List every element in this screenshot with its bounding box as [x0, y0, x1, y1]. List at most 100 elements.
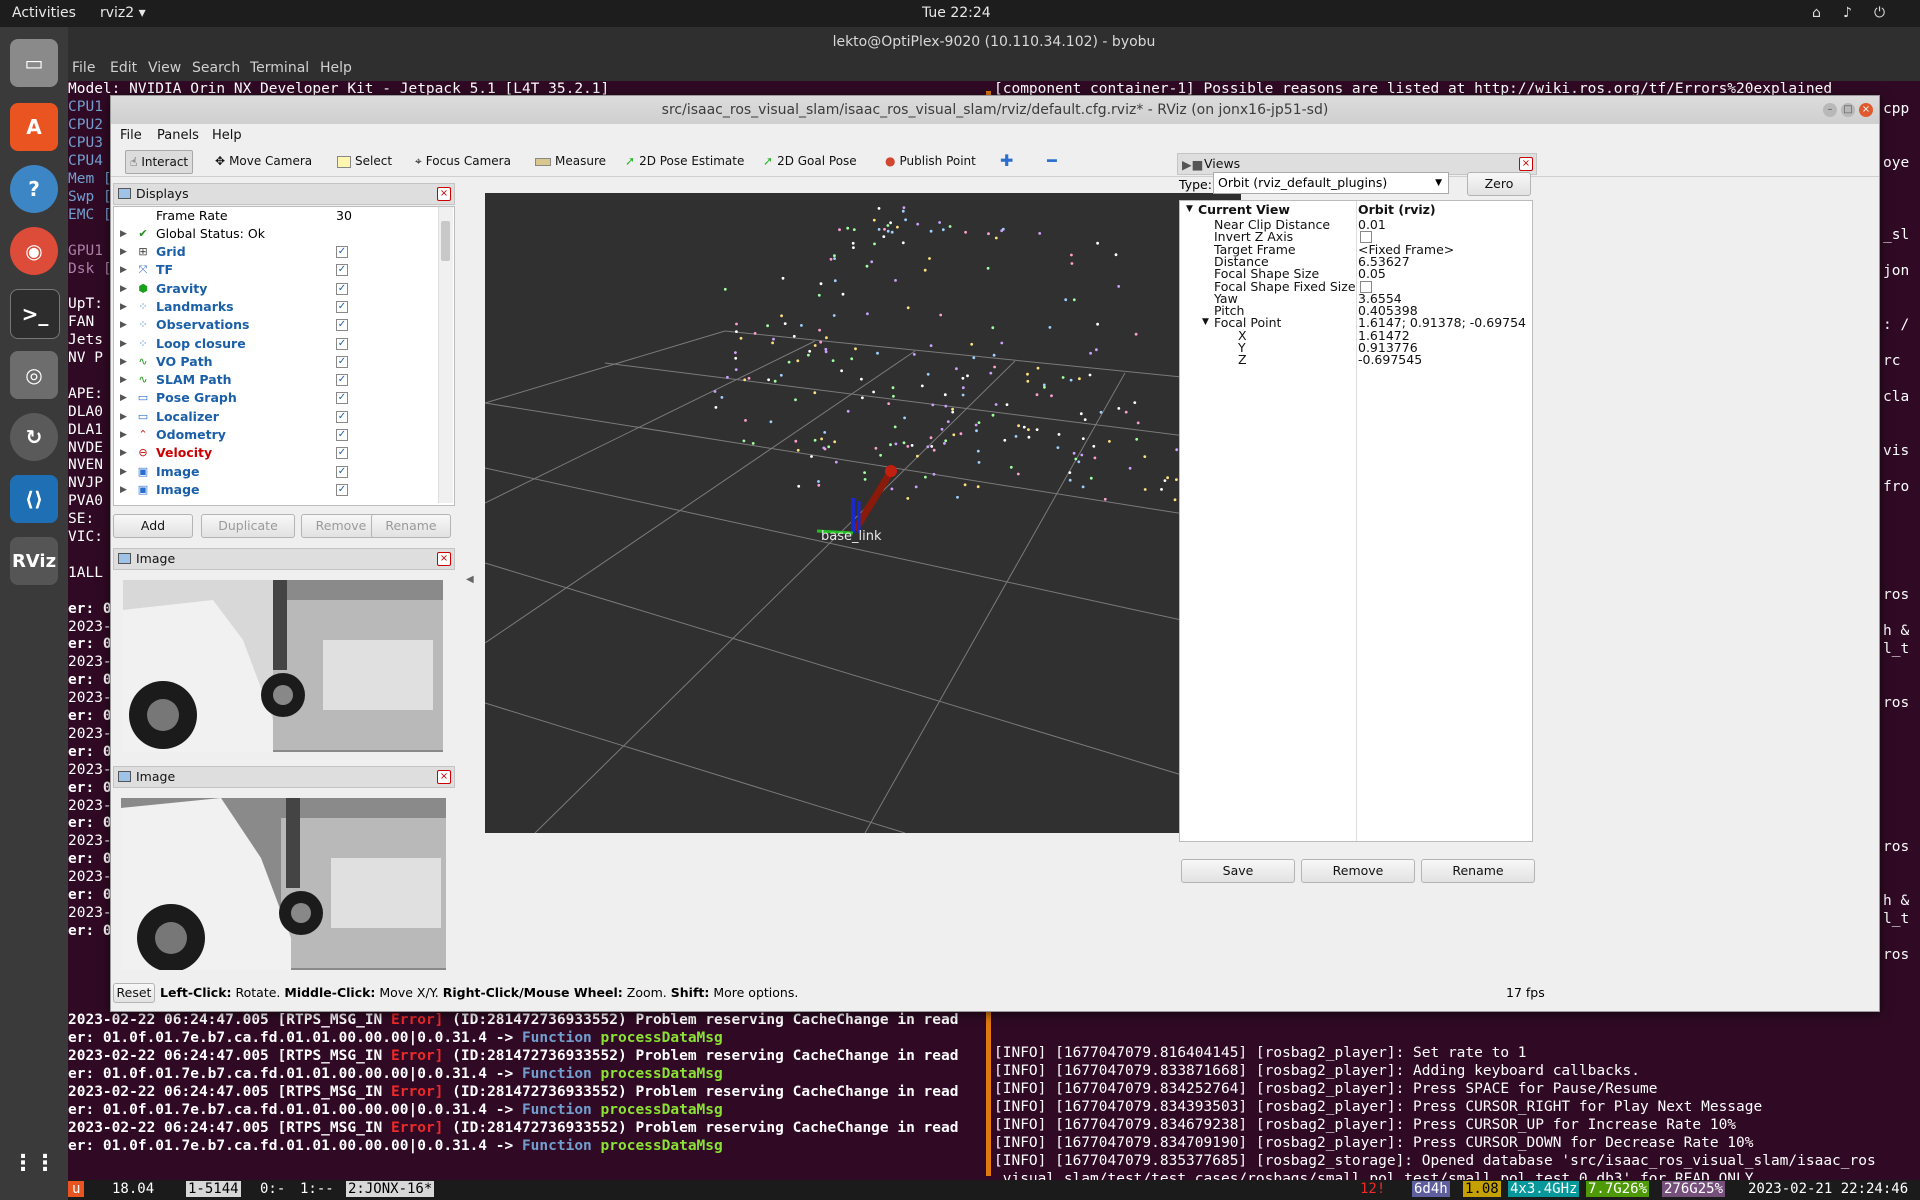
terminal-icon[interactable]: >_: [10, 289, 60, 339]
software-icon[interactable]: A: [10, 103, 58, 151]
display-enable-checkbox[interactable]: ✓: [336, 319, 348, 332]
status-window-2[interactable]: 0:-: [260, 1181, 285, 1197]
display-item[interactable]: ▶ ▣ Image ✓: [114, 481, 434, 499]
expand-arrow-icon[interactable]: ▶: [120, 353, 127, 371]
display-enable-checkbox[interactable]: ✓: [336, 410, 348, 423]
power-icon[interactable]: ⏻: [1874, 5, 1885, 21]
expand-arrow-icon[interactable]: ▶: [120, 463, 127, 481]
zero-button[interactable]: Zero: [1467, 172, 1531, 196]
display-item[interactable]: ▶ ⌃ Odometry ✓: [114, 426, 434, 444]
view-properties-tree[interactable]: ▼ Current View Orbit (rviz) Near Clip Di…: [1179, 200, 1533, 842]
displays-tree[interactable]: Frame Rate 30 ▶ ✔ Global Status: Ok ▶ ⊞ Gr…: [113, 206, 455, 506]
expand-arrow-icon[interactable]: ▶: [120, 444, 127, 462]
3d-viewport[interactable]: base_link: [485, 193, 1241, 833]
updater-icon[interactable]: ↻: [10, 413, 58, 461]
display-item[interactable]: ▶ ⊞ Grid ✓: [114, 243, 434, 261]
display-enable-checkbox[interactable]: ✓: [336, 282, 348, 295]
frame-rate-value[interactable]: 30: [336, 207, 352, 225]
add-display-button[interactable]: Add: [113, 514, 193, 538]
collapse-left-icon[interactable]: ◀: [466, 574, 474, 585]
rename-view-button[interactable]: Rename: [1421, 859, 1535, 883]
display-enable-checkbox[interactable]: ✓: [336, 483, 348, 496]
display-enable-checkbox[interactable]: ✓: [336, 392, 348, 405]
volume-icon[interactable]: ♪: [1843, 5, 1852, 21]
reset-button[interactable]: Reset: [113, 983, 155, 1003]
remove-view-button[interactable]: Remove: [1301, 859, 1415, 883]
app-menu[interactable]: rviz2 ▾: [100, 5, 146, 21]
frame-rate-row[interactable]: Frame Rate 30: [114, 207, 434, 225]
scrollbar-thumb[interactable]: [441, 221, 450, 261]
display-item[interactable]: ▶ ▭ Pose Graph ✓: [114, 389, 434, 407]
expand-arrow-icon[interactable]: ▶: [120, 261, 127, 279]
view-prop-row[interactable]: Z -0.697545: [1180, 352, 1532, 367]
duplicate-display-button[interactable]: Duplicate: [201, 514, 295, 538]
display-enable-checkbox[interactable]: ✓: [336, 465, 348, 478]
remove-tool-icon[interactable]: ━: [1043, 150, 1061, 172]
status-window-1[interactable]: 1-5144: [186, 1181, 241, 1197]
tool-focus-camera[interactable]: ⌖ Focus Camera: [411, 150, 515, 172]
add-tool-icon[interactable]: ✚: [996, 150, 1017, 172]
save-view-button[interactable]: Save: [1181, 859, 1295, 883]
expand-arrow-icon[interactable]: ▶: [120, 371, 127, 389]
tool-2d-pose-estimate[interactable]: ➚ 2D Pose Estimate: [621, 150, 748, 172]
rviz-menu-help[interactable]: Help: [212, 128, 242, 143]
status-window-4[interactable]: 2:JONX-16*: [346, 1181, 435, 1197]
current-view-row[interactable]: ▼ Current View Orbit (rviz): [1180, 202, 1532, 217]
close-icon[interactable]: ×: [437, 770, 451, 784]
display-enable-checkbox[interactable]: ✓: [336, 246, 348, 258]
camera-icon[interactable]: ◎: [10, 351, 58, 399]
remove-display-button[interactable]: Remove: [301, 514, 381, 538]
help-icon[interactable]: ?: [10, 165, 58, 213]
expand-arrow-icon[interactable]: ▶: [120, 426, 127, 444]
display-item[interactable]: ▶ ⁘ Landmarks ✓: [114, 298, 434, 316]
scene-svg[interactable]: base_link: [485, 193, 1241, 833]
rviz-menu-file[interactable]: File: [120, 128, 142, 143]
expand-arrow-icon[interactable]: ▶: [120, 280, 127, 298]
network-icon[interactable]: ⌂: [1812, 5, 1821, 21]
expand-arrow-icon[interactable]: ▶: [120, 243, 127, 261]
display-enable-checkbox[interactable]: ✓: [336, 264, 348, 277]
display-item[interactable]: ▶ ⁘ Observations ✓: [114, 316, 434, 334]
close-icon[interactable]: ×: [1859, 103, 1873, 117]
vscode-icon[interactable]: ⟨⟩: [10, 475, 58, 523]
clock[interactable]: Tue 22:24: [922, 5, 991, 21]
display-item[interactable]: ▶ ∿ VO Path ✓: [114, 353, 434, 371]
files-icon[interactable]: ▭: [10, 39, 58, 87]
close-icon[interactable]: ×: [437, 187, 451, 201]
display-item[interactable]: ▶ ▭ Localizer ✓: [114, 408, 434, 426]
view-type-select[interactable]: Orbit (rviz_default_plugins) ▼: [1213, 172, 1449, 194]
displays-scrollbar[interactable]: [438, 207, 453, 503]
chrome-icon[interactable]: ◉: [10, 227, 58, 275]
close-icon[interactable]: ×: [1519, 157, 1533, 171]
menu-file[interactable]: File: [72, 60, 95, 76]
menu-search[interactable]: Search: [192, 60, 240, 76]
display-item[interactable]: ▶ ⤧ TF ✓: [114, 261, 434, 279]
tool-select[interactable]: Select: [333, 150, 396, 172]
maximize-icon[interactable]: □: [1841, 103, 1855, 117]
close-icon[interactable]: ×: [437, 552, 451, 566]
global-status-row[interactable]: ▶ ✔ Global Status: Ok: [114, 225, 434, 243]
expand-arrow-icon[interactable]: ▶: [120, 316, 127, 334]
minimize-icon[interactable]: –: [1823, 103, 1837, 117]
expand-arrow-icon[interactable]: ▶: [120, 335, 127, 353]
display-item[interactable]: ▶ ∿ SLAM Path ✓: [114, 371, 434, 389]
activities-button[interactable]: Activities: [12, 5, 76, 21]
show-apps-icon[interactable]: ⋮⋮: [10, 1139, 58, 1187]
menu-help[interactable]: Help: [320, 60, 352, 76]
rviz-icon[interactable]: RViz: [10, 537, 58, 585]
tool-publish-point[interactable]: ● Publish Point: [881, 150, 980, 172]
expand-arrow-icon[interactable]: ▶: [120, 408, 127, 426]
menu-terminal[interactable]: Terminal: [250, 60, 309, 76]
display-enable-checkbox[interactable]: ✓: [336, 355, 348, 368]
status-window-3[interactable]: 1:--: [300, 1181, 334, 1197]
tool-interact[interactable]: ☝ Interact: [125, 150, 194, 174]
tool-2d-goal-pose[interactable]: ➚ 2D Goal Pose: [759, 150, 861, 172]
display-enable-checkbox[interactable]: ✓: [336, 300, 348, 313]
display-item[interactable]: ▶ ▣ Image ✓: [114, 463, 434, 481]
collapse-arrow-icon[interactable]: ▼: [1186, 202, 1193, 217]
display-enable-checkbox[interactable]: ✓: [336, 447, 348, 460]
rviz-menu-panels[interactable]: Panels: [157, 128, 199, 143]
expand-arrow-icon[interactable]: ▶: [120, 298, 127, 316]
menu-view[interactable]: View: [148, 60, 181, 76]
menu-edit[interactable]: Edit: [110, 60, 137, 76]
